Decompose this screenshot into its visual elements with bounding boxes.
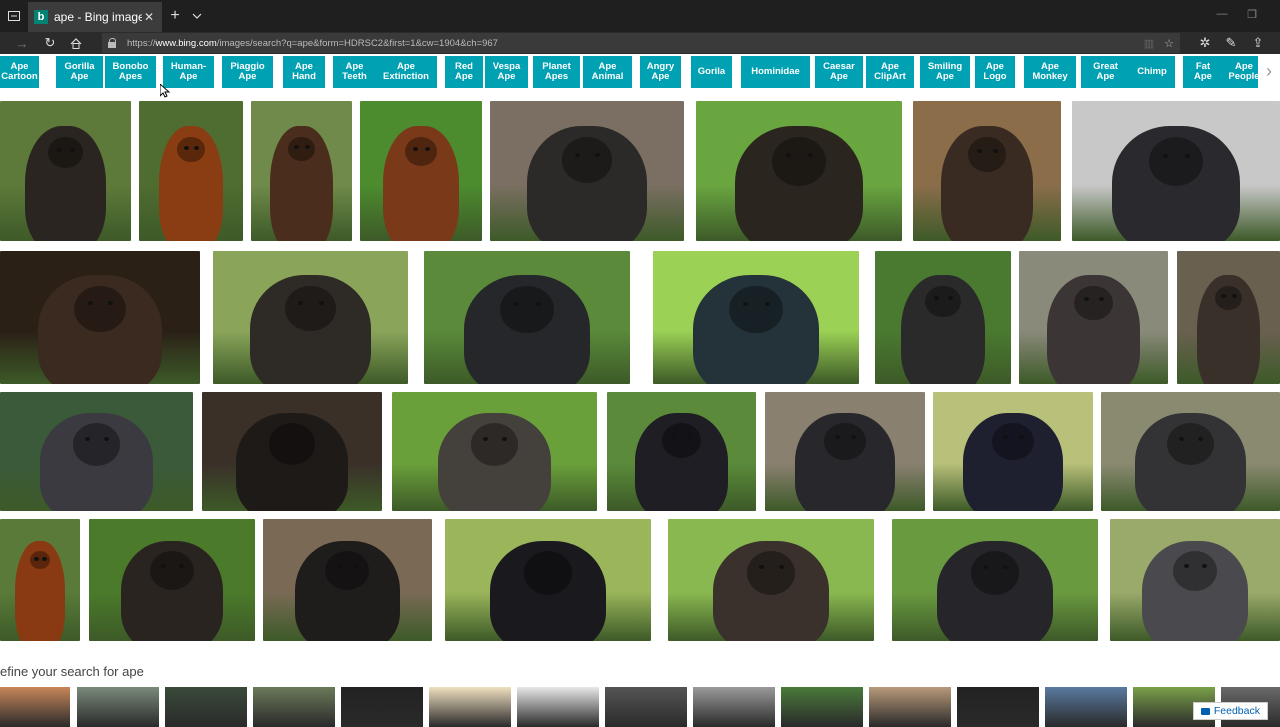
related-search-chip[interactable]: Caesar Ape — [815, 56, 863, 88]
related-search-chip[interactable]: Ape Logo — [975, 56, 1015, 88]
related-searches: Ape Cartoon Gorilla Ape Bonobo Apes Human-A… — [0, 55, 1280, 88]
image-result-thumbnail[interactable] — [653, 251, 859, 384]
image-result-thumbnail[interactable] — [1110, 519, 1280, 641]
related-search-chip[interactable]: Chimp — [1129, 56, 1175, 88]
home-icon[interactable] — [66, 34, 86, 52]
refine-thumbnail[interactable] — [517, 687, 599, 727]
new-tab-icon[interactable]: + — [164, 5, 186, 27]
related-search-chip[interactable]: Ape Animal — [583, 56, 632, 88]
refine-thumbnail[interactable] — [165, 687, 247, 727]
image-result-thumbnail[interactable] — [360, 101, 482, 241]
image-result-thumbnail[interactable] — [696, 101, 902, 241]
image-result-thumbnail[interactable] — [445, 519, 651, 641]
feedback-icon — [1200, 707, 1210, 715]
feedback-label: Feedback — [1213, 705, 1260, 717]
related-search-chip[interactable]: Angry Ape — [640, 56, 681, 88]
tab-close-icon[interactable]: ✕ — [142, 10, 156, 24]
forward-icon[interactable]: → — [12, 34, 32, 52]
image-result-thumbnail[interactable] — [0, 392, 193, 511]
image-result-thumbnail[interactable] — [607, 392, 756, 511]
refine-thumbnail[interactable] — [341, 687, 423, 727]
reading-view-icon[interactable]: ▥ — [1144, 37, 1154, 50]
related-search-chip[interactable]: Hominidae — [741, 56, 810, 88]
image-result-thumbnail[interactable] — [0, 101, 131, 241]
image-result-thumbnail[interactable] — [424, 251, 630, 384]
refine-thumbnail[interactable] — [693, 687, 775, 727]
address-bar[interactable]: https://www.bing.com/images/search?q=ape… — [102, 33, 1180, 53]
minimize-icon[interactable]: — — [1212, 8, 1232, 20]
refine-heading: efine your search for ape — [0, 664, 144, 679]
image-result-thumbnail[interactable] — [668, 519, 874, 641]
favorite-star-icon[interactable]: ☆ — [1164, 37, 1174, 50]
image-result-thumbnail[interactable] — [1019, 251, 1168, 384]
image-result-thumbnail[interactable] — [251, 101, 352, 241]
image-result-thumbnail[interactable] — [892, 519, 1098, 641]
image-result-thumbnail[interactable] — [263, 519, 432, 641]
related-search-chip[interactable]: Great Ape — [1081, 56, 1130, 88]
refine-thumbnail[interactable] — [77, 687, 159, 727]
related-search-chip[interactable]: Ape Extinction — [375, 56, 437, 88]
image-result-thumbnail[interactable] — [213, 251, 408, 384]
image-result-thumbnail[interactable] — [933, 392, 1093, 511]
related-search-chip[interactable]: Red Ape — [445, 56, 483, 88]
image-result-thumbnail[interactable] — [1101, 392, 1280, 511]
maximize-icon[interactable]: ❐ — [1242, 8, 1262, 21]
chevron-right-icon[interactable]: › — [1258, 55, 1280, 88]
tab-title: ape - Bing images — [54, 10, 142, 24]
refine-thumbnail[interactable] — [781, 687, 863, 727]
tab-list-icon[interactable] — [186, 5, 208, 27]
image-result-thumbnail[interactable] — [202, 392, 382, 511]
image-result-thumbnail[interactable] — [89, 519, 255, 641]
refresh-icon[interactable]: ↻ — [40, 34, 60, 52]
pen-icon[interactable]: ✎ — [1221, 34, 1241, 52]
image-result-thumbnail[interactable] — [1177, 251, 1280, 384]
tab-actions-icon[interactable] — [3, 5, 25, 27]
related-search-chip[interactable]: Ape Teeth — [333, 56, 376, 88]
refine-thumbnail[interactable] — [0, 687, 70, 727]
image-result-thumbnail[interactable] — [392, 392, 597, 511]
related-search-chip[interactable]: Ape Cartoon — [0, 56, 39, 88]
related-search-chip[interactable]: Vespa Ape — [485, 56, 528, 88]
image-result-thumbnail[interactable] — [0, 519, 80, 641]
image-result-thumbnail[interactable] — [0, 251, 200, 384]
nav-bar: → ↻ https://www.bing.com/images/search?q… — [0, 32, 1280, 54]
lock-icon — [108, 38, 117, 48]
related-search-chip[interactable]: Bonobo Apes — [105, 56, 156, 88]
related-search-chip[interactable]: Planet Apes — [533, 56, 580, 88]
refine-thumbnail[interactable] — [1045, 687, 1127, 727]
image-result-thumbnail[interactable] — [490, 101, 684, 241]
related-search-chip[interactable]: Ape ClipArt — [866, 56, 914, 88]
related-search-chip[interactable]: Fat Ape — [1183, 56, 1223, 88]
url-text: https://www.bing.com/images/search?q=ape… — [127, 37, 498, 49]
refine-thumbnail[interactable] — [605, 687, 687, 727]
related-search-chip[interactable]: Gorila — [691, 56, 732, 88]
feedback-button[interactable]: Feedback — [1192, 702, 1268, 720]
bing-favicon-icon: b — [34, 10, 48, 24]
related-search-chip[interactable]: Gorilla Ape — [56, 56, 103, 88]
related-search-chip[interactable]: Human-Ape — [163, 56, 214, 88]
refine-thumbnail[interactable] — [253, 687, 335, 727]
favorites-hub-icon[interactable]: ✲ — [1195, 34, 1215, 52]
image-result-thumbnail[interactable] — [875, 251, 1011, 384]
refine-thumbnail[interactable] — [429, 687, 511, 727]
image-result-thumbnail[interactable] — [139, 101, 243, 241]
image-result-thumbnail[interactable] — [765, 392, 925, 511]
image-result-thumbnail[interactable] — [1072, 101, 1280, 241]
related-search-chip[interactable]: Ape Monkey — [1024, 56, 1076, 88]
related-search-chip[interactable]: Ape Hand — [283, 56, 325, 88]
tab-active[interactable]: b ape - Bing images ✕ — [28, 2, 162, 32]
related-search-chip[interactable]: Smiling Ape — [920, 56, 970, 88]
share-icon[interactable]: ⇪ — [1248, 34, 1268, 52]
image-result-thumbnail[interactable] — [913, 101, 1061, 241]
refine-thumbnail[interactable] — [869, 687, 951, 727]
tab-bar: b ape - Bing images ✕ + — ❐ — [0, 0, 1280, 32]
refine-thumbnail[interactable] — [957, 687, 1039, 727]
related-search-chip[interactable]: Piaggio Ape — [222, 56, 273, 88]
